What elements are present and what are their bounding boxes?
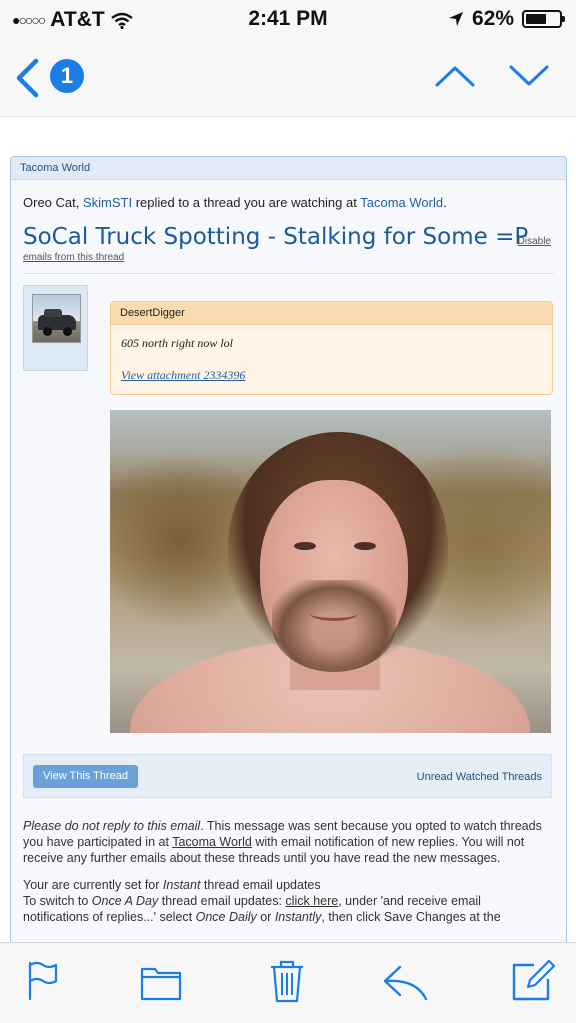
message-header-strip [0,116,576,148]
mail-nav-bar: 1 [0,40,576,116]
photo-eye [294,542,316,550]
wheel-shape [43,327,52,336]
footer-em: Instantly [274,910,322,924]
intro-middle: replied to a thread you are watching at [132,195,361,210]
attachment-link[interactable]: View attachment 2334396 [121,368,245,383]
next-message-chevron-icon[interactable] [508,64,550,88]
footer-settings: Your are currently set for Instant threa… [23,877,543,893]
emails-from-thread-link[interactable]: emails from this thread [23,252,124,263]
unread-watched-threads-link[interactable]: Unread Watched Threads [417,771,542,783]
footer-text: , then click Save Changes at the [321,910,501,924]
site-link[interactable]: Tacoma World [360,195,443,210]
footer-notice: Please do not reply to this email. This … [23,818,543,866]
click-here-link[interactable]: click here [285,894,338,908]
disable-link[interactable]: Disable [518,236,551,247]
reply-icon[interactable] [382,963,430,1001]
battery-percentage: 62% [471,7,514,30]
trash-icon[interactable] [269,959,305,1003]
status-right-group: 62% [448,7,565,31]
footer-site-link[interactable]: Tacoma World [172,835,252,849]
view-thread-button[interactable]: View This Thread [33,765,138,788]
post-quote: DesertDigger 605 north right now lol Vie… [110,301,553,395]
footer-noreply: Please do not reply to this email [23,819,201,833]
status-bar: ●○○○○ AT&T 2:41 PM 62% [0,0,576,40]
wheel-shape [63,327,72,336]
action-bar: View This Thread Unread Watched Threads [23,754,552,798]
divider [23,273,554,274]
previous-message-chevron-icon[interactable] [434,64,476,88]
footer-em: Instant [162,878,201,892]
battery-level [526,14,546,24]
reply-intro: Oreo Cat, SkimSTI replied to a thread yo… [23,195,447,210]
footer-text: Your are currently set for [23,878,163,892]
footer-em: Once A Day [91,894,159,908]
footer-text: thread email updates: [158,894,286,908]
attachment-image[interactable] [110,410,551,733]
email-footer: Please do not reply to this email. This … [23,818,543,936]
photo-eye [354,542,376,550]
site-header: Tacoma World [11,157,566,180]
intro-suffix: . [443,195,447,210]
flag-icon[interactable] [26,961,60,1001]
footer-switch: To switch to Once A Day thread email upd… [23,893,543,925]
folder-icon[interactable] [140,965,182,1001]
bottom-toolbar [0,942,576,1023]
email-frame: Tacoma World Oreo Cat, SkimSTI replied t… [10,156,567,947]
footer-em: Once Daily [195,910,257,924]
footer-text: thread email updates [200,878,321,892]
compose-icon[interactable] [510,957,556,1003]
post-message: 605 north right now lol [121,336,234,350]
battery-icon [522,10,565,28]
footer-text: or [256,910,275,924]
avatar-panel [23,285,88,371]
photo-beard [272,580,396,672]
replier-link[interactable]: SkimSTI [83,195,132,210]
footer-text: To switch to [23,894,92,908]
unread-count-badge[interactable]: 1 [50,59,84,93]
intro-prefix: Oreo Cat, [23,195,83,210]
location-arrow-icon [448,12,463,26]
photo-mouth [310,606,358,621]
back-chevron-icon[interactable] [14,58,40,98]
avatar[interactable] [32,294,81,343]
post-author: DesertDigger [111,302,552,325]
thread-title-link[interactable]: SoCal Truck Spotting - Stalking for Some… [23,224,528,250]
email-body[interactable]: Tacoma World Oreo Cat, SkimSTI replied t… [0,147,576,947]
